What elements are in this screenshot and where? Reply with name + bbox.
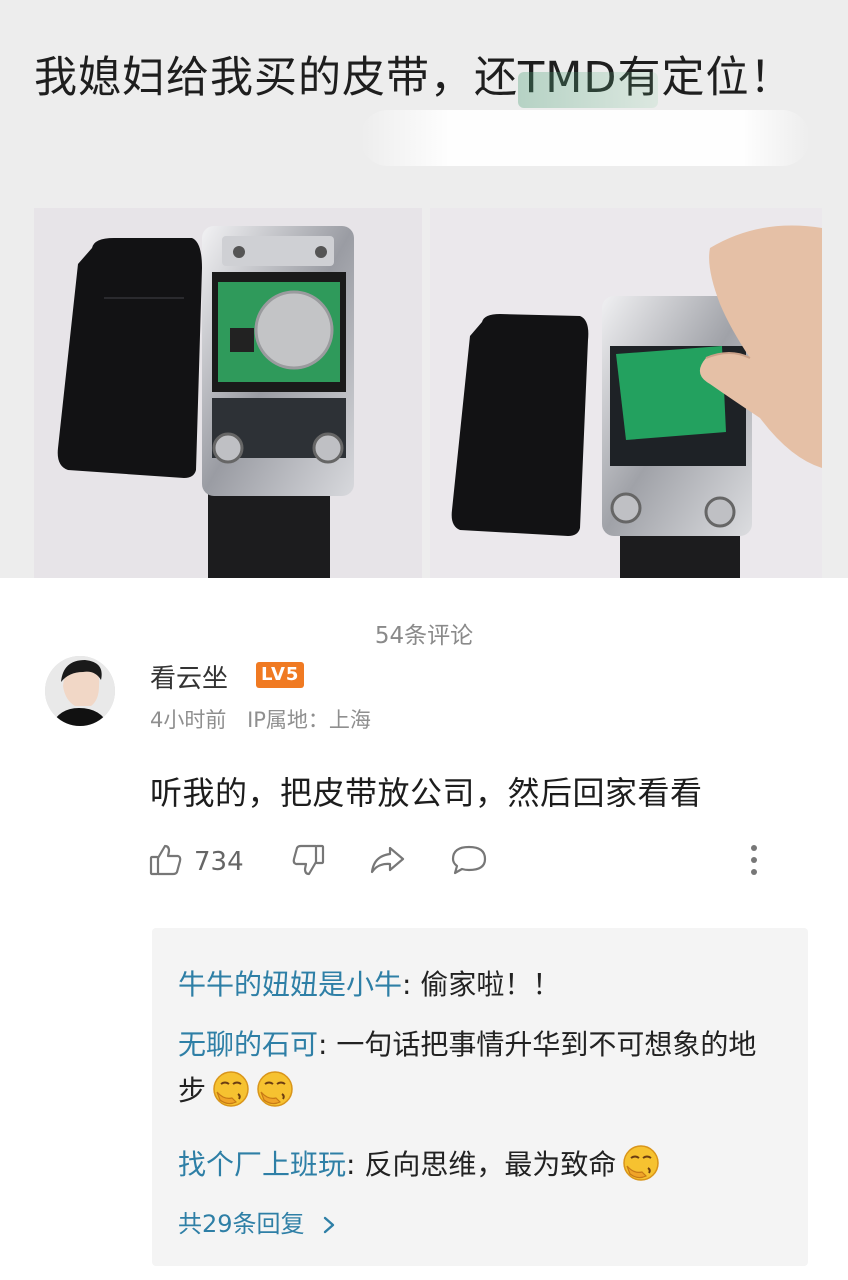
comment-username[interactable]: 看云坐 [150,658,228,695]
share-icon [368,842,406,882]
laughing-cover-mouth-emoji [256,1070,294,1108]
belt-buckle-hand-photo [430,208,822,578]
reply-item[interactable]: 找个厂上班玩: 反向思维，最为致命 [178,1142,778,1188]
post-title: 我媳妇给我买的皮带，还TMD有定位！ [34,53,794,103]
reply-text: : 偷家啦！！ [402,968,561,1001]
more-replies-label: 共29条回复 [178,1210,305,1238]
more-vertical-icon [748,842,760,882]
reply-username[interactable]: 牛牛的妞妞是小牛 [178,968,402,1001]
reply-username[interactable]: 找个厂上班玩 [178,1148,346,1181]
comment-bubble-icon [450,842,488,882]
laughing-cover-mouth-emoji [622,1144,660,1182]
reply-item[interactable]: 牛牛的妞妞是小牛: 偷家啦！！ [178,962,778,1008]
reply-button[interactable] [450,842,488,882]
more-options-button[interactable] [748,842,760,882]
reply-item[interactable]: 无聊的石可: 一句话把事情升华到不可想象的地步 [178,1022,778,1114]
thumbs-down-icon [290,842,326,882]
like-count: 734 [194,847,244,877]
comment-text: 听我的，把皮带放公司，然后回家看看 [150,774,703,812]
watermark-blur [518,72,658,108]
laughing-cover-mouth-emoji [212,1070,250,1108]
user-level-badge: LV5 [256,662,305,688]
comment-count: 54条评论 [374,623,474,649]
thumbs-up-icon [148,842,184,882]
avatar-image [45,656,115,726]
ip-location: IP属地：上海 [247,708,371,732]
dislike-button[interactable] [290,842,326,882]
reply-username[interactable]: 无聊的石可 [178,1028,318,1061]
reply-text: : 反向思维，最为致命 [346,1148,617,1181]
share-button[interactable] [368,842,406,882]
post-image-right[interactable] [430,208,822,578]
post-area: 我媳妇给我买的皮带，还TMD有定位！ [0,0,848,578]
post-image-left[interactable] [34,208,422,578]
more-replies-link[interactable]: 共29条回复 [178,1204,338,1239]
comment-time: 4小时前 [150,708,227,732]
like-button[interactable]: 734 [148,842,244,882]
comment-meta: 4小时前 IP属地：上海 [150,704,371,734]
avatar[interactable] [45,656,115,726]
belt-buckle-photo [34,208,422,578]
watermark-blur [360,110,810,166]
chevron-right-icon [312,1210,338,1238]
replies-box: 牛牛的妞妞是小牛: 偷家啦！！ 无聊的石可: 一句话把事情升华到不可想象的地步 … [152,928,808,1266]
